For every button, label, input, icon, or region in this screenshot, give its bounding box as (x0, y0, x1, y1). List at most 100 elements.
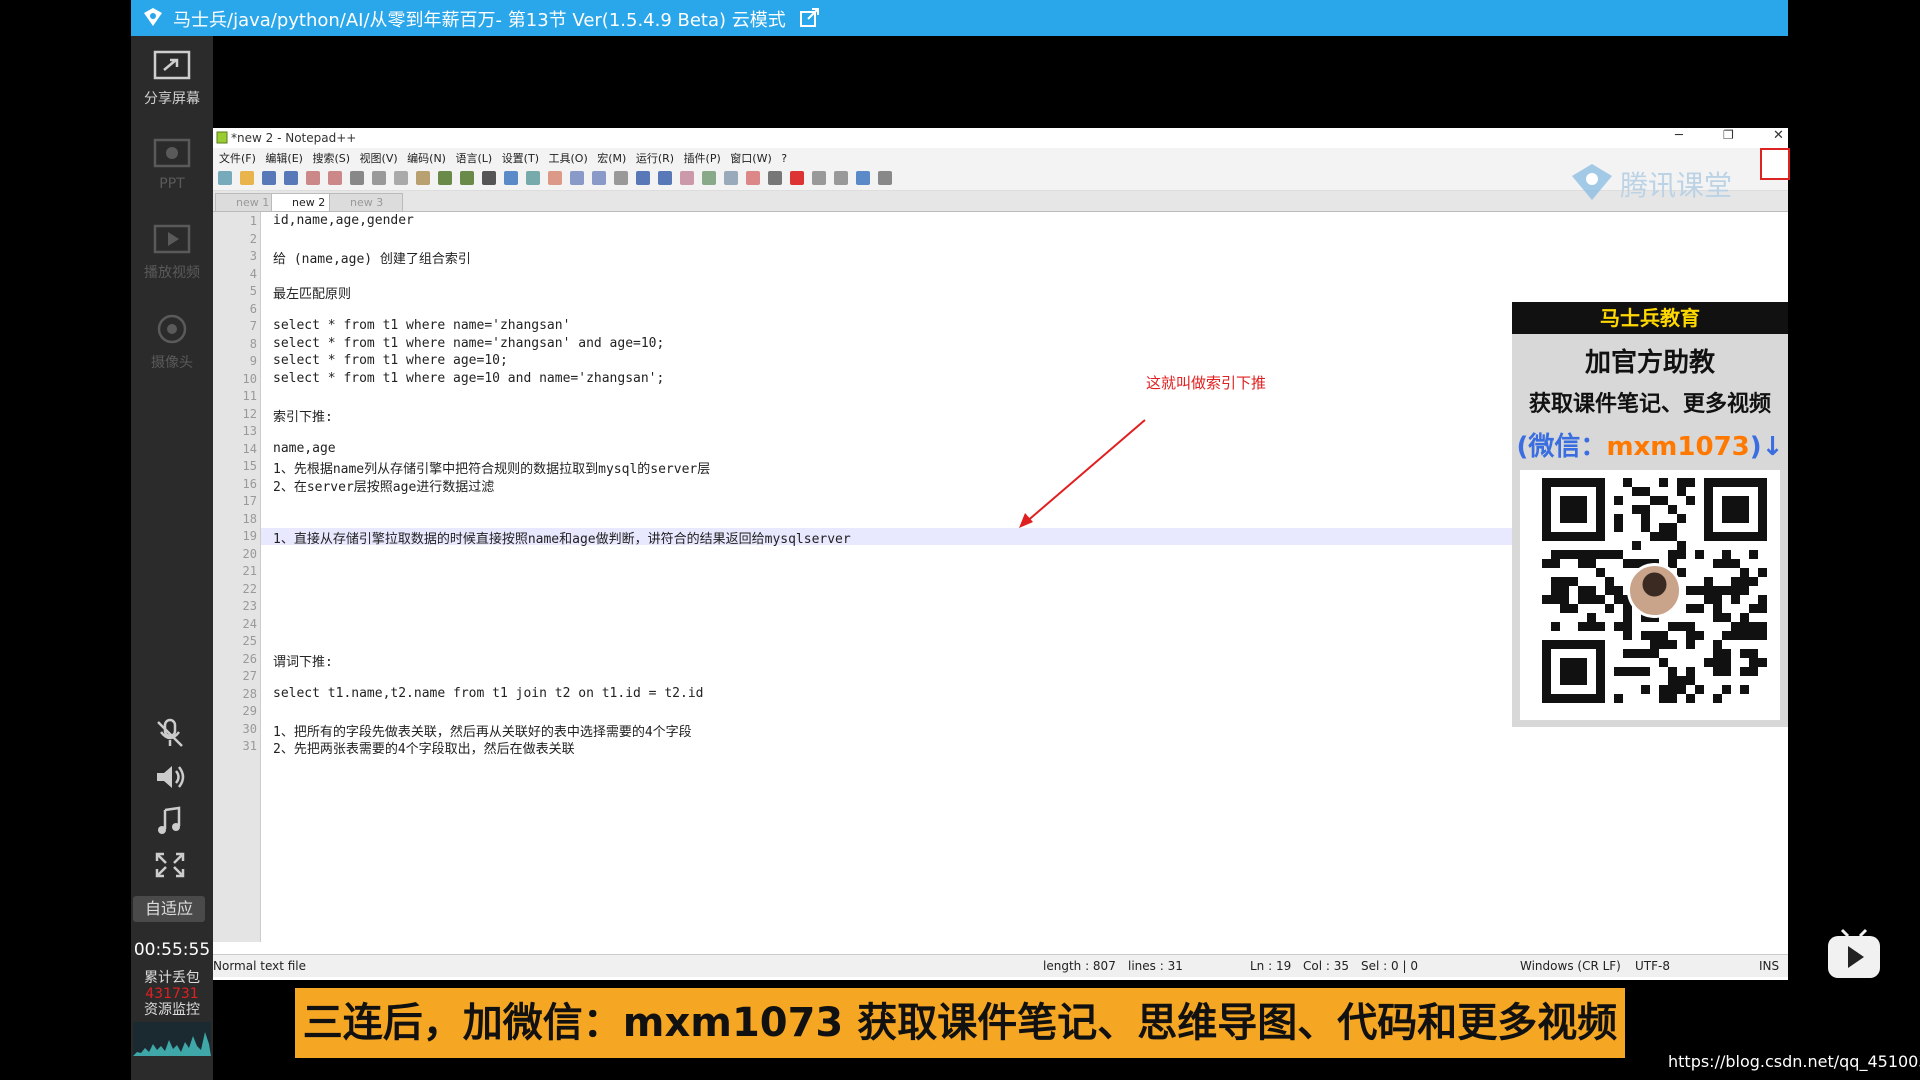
line-number: 4 (249, 266, 257, 281)
paste-icon[interactable] (416, 171, 430, 185)
promo-wechat-suffix: )↓ (1749, 432, 1784, 462)
word-wrap-icon[interactable] (614, 171, 628, 185)
code-line: 给 (name,age) 创建了组合索引 (273, 252, 471, 267)
menu-encoding[interactable]: 编码(N) (407, 150, 446, 166)
classroom-sidebar: 分享屏幕 PPT 播放视频 摄像头 自适应 00:55:55 累计丢包 4317… (131, 36, 213, 1080)
line-number: 1 (249, 214, 257, 228)
class-timer: 00:55:55 (133, 940, 211, 960)
menu-run[interactable]: 运行(R) (636, 150, 674, 166)
sync-vertical-icon[interactable] (570, 171, 584, 185)
tencent-classroom-watermark: 腾讯课堂 (1570, 160, 1750, 202)
monitoring-icon[interactable] (746, 171, 760, 185)
menu-help[interactable]: ? (781, 152, 787, 165)
line-number: 18 (242, 511, 257, 526)
macro-run-icon[interactable] (834, 171, 848, 185)
close-file-icon[interactable] (306, 171, 320, 185)
share-icon[interactable] (799, 6, 821, 28)
ppt-button[interactable]: PPT (131, 138, 213, 192)
promo-line-1: 加官方助教 (1584, 348, 1715, 378)
status-lines: lines : 31 (1128, 959, 1183, 973)
doc-map-icon[interactable] (680, 171, 694, 185)
fullscreen-icon[interactable] (153, 850, 187, 880)
macro-save-icon[interactable] (856, 171, 870, 185)
bilibili-play-icon[interactable] (1826, 928, 1882, 980)
tab-new-2-label: new 2 (292, 196, 326, 209)
close-icon[interactable]: ✕ (1773, 128, 1784, 143)
resource-monitor-label[interactable]: 资源监控 (131, 1002, 213, 1018)
notepad-title: *new 2 - Notepad++ (231, 131, 357, 145)
save-icon[interactable] (262, 171, 276, 185)
zoom-out-icon[interactable] (548, 171, 562, 185)
cut-icon[interactable] (372, 171, 386, 185)
show-all-chars-icon[interactable] (636, 171, 650, 185)
menu-edit[interactable]: 编辑(E) (265, 150, 303, 166)
function-list-icon[interactable] (702, 171, 716, 185)
redo-icon[interactable] (460, 171, 474, 185)
music-icon[interactable] (153, 806, 187, 836)
line-number: 7 (249, 319, 257, 333)
line-number: 3 (249, 249, 257, 263)
indent-guide-icon[interactable] (658, 171, 672, 185)
new-file-icon[interactable] (218, 171, 232, 185)
resource-monitor-graph (133, 1022, 211, 1056)
line-number: 28 (242, 686, 257, 701)
packet-loss-label: 累计丢包 (144, 970, 200, 986)
macro-play-icon[interactable] (812, 171, 826, 185)
promo-line-2: 获取课件笔记、更多视频 (1528, 392, 1771, 417)
line-number: 30 (242, 721, 257, 736)
restore-icon[interactable]: ❐ (1723, 128, 1734, 142)
bottom-banner: 三连后，加微信：mxm1073 获取课件笔记、思维导图、代码和更多视频 (295, 988, 1625, 1058)
menu-plugins[interactable]: 插件(P) (684, 150, 721, 166)
menu-language[interactable]: 语言(L) (455, 150, 492, 166)
status-selection: Sel : 0 | 0 (1361, 959, 1418, 973)
tab-new-3-label: new 3 (350, 196, 384, 209)
macro-record-icon[interactable] (768, 171, 782, 185)
line-number: 16 (242, 476, 257, 491)
folder-workspace-icon[interactable] (724, 171, 738, 185)
spell-check-icon[interactable] (878, 171, 892, 185)
replace-icon[interactable] (504, 171, 518, 185)
camera-button[interactable]: 摄像头 (131, 314, 213, 372)
find-icon[interactable] (482, 171, 496, 185)
status-line: Ln : 19 (1250, 959, 1292, 973)
status-column: Col : 35 (1303, 959, 1349, 973)
close-all-icon[interactable] (328, 171, 342, 185)
minimize-icon[interactable]: ─ (1675, 128, 1683, 143)
status-encoding: UTF-8 (1635, 959, 1670, 973)
promo-line-3: (微信：mxm1073)↓ (1512, 426, 1788, 463)
line-number: 21 (242, 564, 257, 578)
copy-icon[interactable] (394, 171, 408, 185)
line-number: 22 (242, 581, 257, 596)
speaker-icon[interactable] (153, 762, 187, 792)
open-file-icon[interactable] (240, 171, 254, 185)
zoom-in-icon[interactable] (526, 171, 540, 185)
tab-new-3[interactable]: new 3 (329, 193, 403, 212)
line-number: 13 (242, 424, 257, 438)
menu-search[interactable]: 搜索(S) (312, 150, 350, 166)
print-icon[interactable] (350, 171, 364, 185)
play-video-button[interactable]: 播放视频 (131, 224, 213, 282)
line-number: 14 (242, 441, 257, 456)
menu-file[interactable]: 文件(F) (219, 150, 256, 166)
auto-fit-button[interactable]: 自适应 (133, 896, 205, 922)
microphone-muted-icon[interactable] (153, 718, 187, 748)
menu-view[interactable]: 视图(V) (360, 150, 398, 166)
packet-loss-value: 431731 (145, 986, 199, 1002)
sync-horizontal-icon[interactable] (592, 171, 606, 185)
line-number: 23 (242, 599, 257, 613)
notepad-plugin-icon[interactable] (1760, 148, 1790, 180)
line-number: 20 (242, 546, 257, 561)
macro-stop-icon[interactable] (790, 171, 804, 185)
undo-icon[interactable] (438, 171, 452, 185)
menu-window[interactable]: 窗口(W) (730, 150, 771, 166)
share-screen-button[interactable]: 分享屏幕 (131, 50, 213, 108)
menu-tools[interactable]: 工具(O) (549, 150, 588, 166)
menu-settings[interactable]: 设置(T) (502, 150, 539, 166)
save-all-icon[interactable] (284, 171, 298, 185)
menu-macro[interactable]: 宏(M) (597, 150, 626, 166)
line-number: 26 (242, 651, 257, 666)
packet-loss-info: 累计丢包 431731 资源监控 (131, 970, 213, 1018)
line-number: 31 (242, 739, 257, 753)
code-line: select t1.name,t2.name from t1 join t2 o… (273, 685, 704, 701)
code-line: 2、先把两张表需要的4个字段取出，然后在做表关联 (273, 742, 575, 757)
